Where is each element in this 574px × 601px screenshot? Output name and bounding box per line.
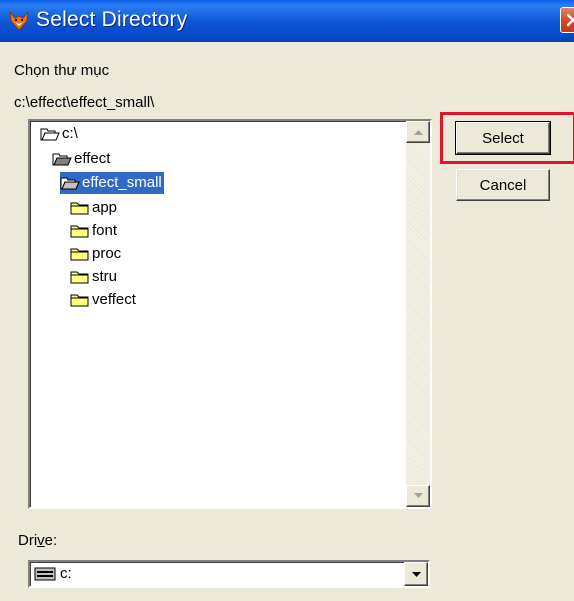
hard-drive-icon: [34, 567, 56, 581]
tree-node-font[interactable]: font: [70, 220, 119, 242]
fox-app-icon: [9, 10, 29, 31]
drive-label: Drive:: [18, 532, 58, 549]
window-title: Select Directory: [36, 8, 188, 31]
open-folder-icon: [40, 128, 60, 141]
tree-scrollbar[interactable]: [406, 121, 430, 507]
drive-select[interactable]: c:: [28, 560, 430, 588]
tree-node-label: proc: [92, 245, 122, 262]
tree-node-app[interactable]: app: [70, 197, 119, 219]
close-button[interactable]: [560, 7, 574, 33]
arrow-down-icon: [414, 493, 423, 498]
select-directory-dialog: Select Directory Chọn thư mục c:\effect\…: [0, 0, 574, 601]
folder-icon: [70, 225, 89, 238]
cancel-button[interactable]: Cancel: [456, 169, 550, 201]
folder-icon: [70, 202, 89, 215]
folder-icon: [70, 294, 89, 307]
tree-node-label: app: [92, 199, 118, 216]
tree-node-label: stru: [92, 268, 118, 285]
tree-node-effect-small[interactable]: effect_small: [60, 172, 164, 194]
close-icon: [566, 13, 574, 27]
folder-icon: [70, 248, 89, 261]
tree-node-label: font: [92, 222, 118, 239]
scroll-down-button[interactable]: [406, 485, 430, 507]
tree-node-root[interactable]: c:\: [40, 123, 80, 145]
tree-node-label: c:\: [62, 125, 78, 142]
select-button[interactable]: Select: [455, 121, 551, 155]
open-folder-icon: [52, 153, 72, 166]
tree-node-effect[interactable]: effect: [52, 148, 112, 170]
tree-node-proc[interactable]: proc: [70, 243, 123, 265]
folder-icon: [70, 271, 89, 284]
directory-tree[interactable]: c:\ effect effect_small app font proc st…: [28, 119, 432, 509]
tree-node-stru[interactable]: stru: [70, 266, 119, 288]
current-path-label: c:\effect\effect_small\: [14, 94, 155, 111]
chevron-down-icon: [412, 572, 421, 577]
drive-value: c:: [60, 565, 72, 582]
scroll-up-button[interactable]: [406, 121, 430, 143]
tree-node-label: effect: [74, 150, 111, 167]
arrow-up-icon: [414, 130, 423, 135]
dialog-heading: Chọn thư mục: [14, 62, 110, 79]
tree-node-veffect[interactable]: veffect: [70, 289, 138, 311]
title-bar[interactable]: Select Directory: [0, 0, 574, 42]
open-folder-icon: [60, 177, 80, 190]
drive-dropdown-button[interactable]: [404, 562, 428, 586]
tree-node-label: veffect: [92, 291, 136, 308]
tree-node-label: effect_small: [82, 174, 162, 191]
